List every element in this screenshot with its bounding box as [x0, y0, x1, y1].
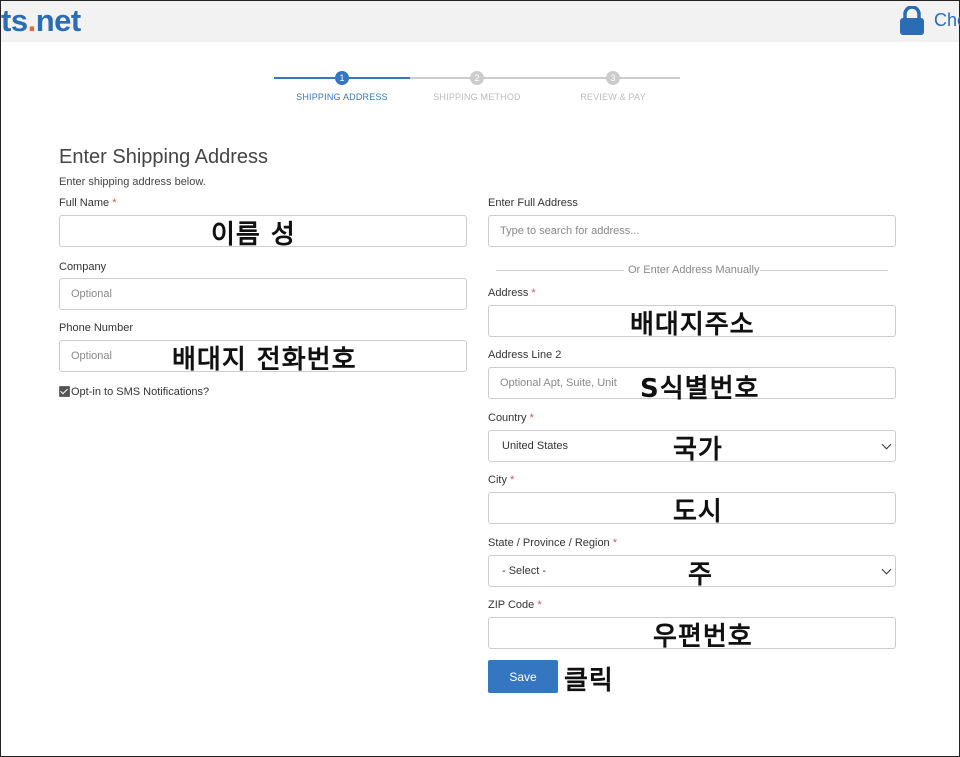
- step-3-dot: 3: [606, 71, 620, 85]
- country-annotation: 국가: [673, 435, 723, 465]
- phone-annotation: 배대지 전화번호: [172, 345, 357, 375]
- address-label-text: Address: [488, 287, 529, 299]
- site-header: ts.net Che: [1, 1, 960, 42]
- zip-label: ZIP Code *: [488, 599, 542, 611]
- required-marker: *: [531, 287, 536, 299]
- phone-placeholder: Optional: [71, 350, 112, 362]
- country-label-text: Country: [488, 412, 527, 424]
- full-name-label-text: Full Name: [59, 197, 110, 209]
- progress-line-inactive: [410, 77, 680, 79]
- checkout-progress: 1 2 3 SHIPPING ADDRESS SHIPPING METHOD R…: [272, 70, 682, 110]
- page-subtitle: Enter shipping address below.: [59, 176, 206, 188]
- country-selected-value: United States: [502, 440, 569, 452]
- manual-address-divider-text: Or Enter Address Manually: [628, 264, 760, 276]
- state-annotation: 주: [688, 560, 713, 590]
- checkout-title: Che: [934, 10, 960, 30]
- zip-label-text: ZIP Code: [488, 599, 535, 611]
- required-marker: *: [529, 412, 534, 424]
- divider-right: [760, 270, 888, 271]
- step-3-label: REVIEW & PAY: [580, 92, 646, 102]
- chevron-down-icon: [881, 564, 892, 575]
- logo-tld: net: [35, 3, 82, 38]
- page-title: Enter Shipping Address: [59, 146, 269, 168]
- address-line2-label: Address Line 2: [488, 349, 562, 361]
- step-2-label: SHIPPING METHOD: [433, 92, 521, 102]
- required-marker: *: [112, 197, 117, 209]
- required-marker: *: [612, 537, 618, 549]
- zip-annotation: 우편번호: [653, 622, 753, 652]
- city-label: City *: [488, 474, 514, 486]
- address-annotation: 배대지주소: [630, 310, 755, 340]
- full-name-annotation: 이름 성: [211, 220, 296, 250]
- chevron-down-icon: [881, 439, 892, 450]
- sms-opt-in-label[interactable]: Opt-in to SMS Notifications?: [71, 386, 209, 398]
- address-line2-annotation: S식별번호: [640, 374, 760, 404]
- address-label: Address *: [488, 287, 536, 299]
- full-address-placeholder: Type to search for address...: [500, 225, 640, 237]
- save-button[interactable]: Save: [488, 660, 558, 693]
- city-annotation: 도시: [673, 497, 723, 527]
- state-label-text: State / Province / Region: [488, 537, 610, 549]
- phone-label: Phone Number: [59, 322, 133, 334]
- step-2-dot: 2: [470, 71, 484, 85]
- company-placeholder: Optional: [71, 288, 112, 300]
- company-label: Company: [59, 261, 107, 273]
- divider-left: [496, 270, 624, 271]
- full-name-label: Full Name *: [59, 197, 116, 209]
- state-label: State / Province / Region *: [488, 537, 617, 549]
- required-marker: *: [510, 474, 515, 486]
- required-marker: *: [537, 599, 542, 611]
- full-address-label: Enter Full Address: [488, 197, 578, 209]
- full-address-search-input[interactable]: Type to search for address...: [488, 215, 896, 247]
- logo-text: ts: [1, 3, 28, 38]
- country-label: Country *: [488, 412, 534, 424]
- lock-icon: [900, 6, 924, 35]
- site-logo[interactable]: ts.net: [1, 3, 81, 39]
- step-1-label: SHIPPING ADDRESS: [296, 92, 388, 102]
- logo-dot: .: [27, 3, 37, 38]
- sms-opt-in-checkbox[interactable]: [59, 386, 70, 397]
- save-annotation: 클릭: [564, 666, 614, 696]
- address-line2-placeholder: Optional Apt, Suite, Unit: [500, 377, 617, 389]
- company-input[interactable]: Optional: [59, 278, 467, 310]
- step-1-dot: 1: [335, 71, 349, 85]
- city-label-text: City: [488, 474, 507, 486]
- state-selected-value: - Select -: [502, 565, 547, 577]
